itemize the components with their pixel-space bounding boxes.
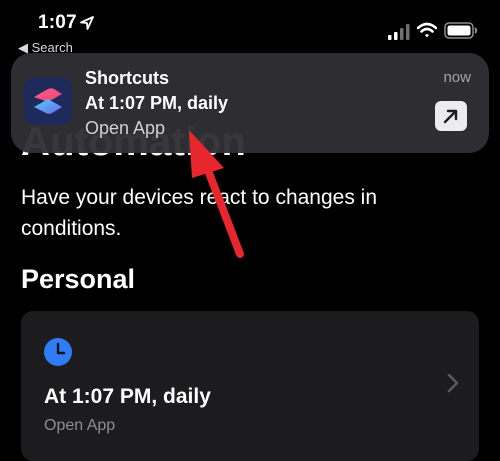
section-heading-personal: Personal bbox=[21, 264, 136, 294]
cellular-signal-icon bbox=[388, 24, 410, 40]
page-description: Have your devices react to changes in co… bbox=[21, 186, 378, 240]
notification-action: Open App bbox=[85, 118, 166, 138]
automation-subtitle: Open App bbox=[44, 417, 116, 434]
chevron-right-icon bbox=[447, 373, 459, 393]
battery-icon bbox=[444, 22, 478, 39]
notification-body: At 1:07 PM, daily bbox=[85, 93, 229, 113]
clock-icon bbox=[44, 338, 72, 366]
open-app-button[interactable] bbox=[435, 101, 467, 131]
notification-app-name: Shortcuts bbox=[85, 68, 170, 88]
wifi-icon bbox=[417, 22, 437, 38]
shortcuts-app-icon bbox=[24, 77, 72, 125]
arrow-up-right-icon bbox=[443, 109, 458, 124]
automation-title: At 1:07 PM, daily bbox=[44, 385, 211, 408]
status-bar: 1:07 ◀ Search bbox=[0, 0, 500, 56]
notification-time: now bbox=[443, 69, 471, 86]
location-arrow-icon bbox=[80, 16, 94, 30]
status-time: 1:07 bbox=[38, 12, 77, 33]
notification-banner[interactable]: Shortcuts now At 1:07 PM, daily Open App bbox=[11, 53, 489, 153]
automation-card[interactable]: At 1:07 PM, daily Open App bbox=[21, 311, 479, 461]
